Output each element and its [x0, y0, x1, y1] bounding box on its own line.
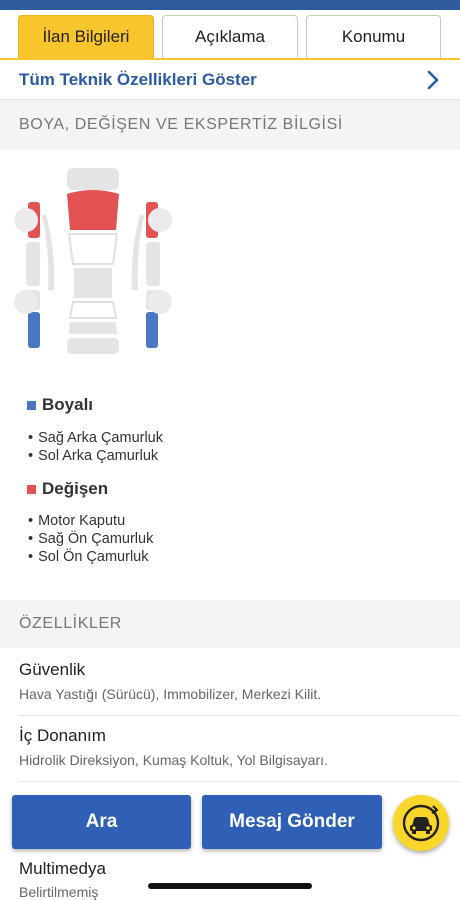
list-item: Sol Arka Çamurluk: [28, 447, 163, 465]
car-damage-diagram: [14, 168, 172, 354]
feature-safety: Güvenlik Hava Yastığı (Sürücü), Immobili…: [19, 660, 440, 702]
divider: [19, 781, 460, 782]
right-front-door-part: [146, 242, 160, 286]
tab-konumu[interactable]: Konumu: [306, 15, 441, 59]
all-tech-specs-label: Tüm Teknik Özellikleri Göster: [19, 69, 257, 89]
rear-bumper-part: [67, 338, 119, 354]
all-tech-specs-link[interactable]: Tüm Teknik Özellikleri Göster: [0, 60, 460, 100]
left-inner-panel: [42, 214, 55, 290]
feature-text: Hava Yastığı (Sürücü), Immobilizer, Merk…: [19, 686, 322, 702]
paint-section-header: BOYA, DEĞİŞEN VE EKSPERTİZ BİLGİSİ: [0, 100, 460, 150]
painted-color-square: [27, 400, 36, 410]
chevron-right-icon: [427, 70, 439, 90]
trunk-part: [69, 322, 117, 334]
feature-title: Güvenlik: [19, 660, 86, 679]
left-front-wheel: [14, 208, 38, 232]
left-rear-wheel: [14, 290, 38, 314]
changed-label: Değişen: [42, 479, 109, 498]
list-item: Sağ Arka Çamurluk: [28, 429, 163, 447]
list-item: Sol Ön Çamurluk: [28, 548, 153, 566]
changed-color-square: [27, 484, 36, 494]
front-bumper-part: [67, 168, 119, 190]
car-rotate-button[interactable]: [393, 795, 449, 851]
call-button[interactable]: Ara: [12, 795, 191, 849]
changed-parts-list: Motor Kaputu Sağ Ön Çamurluk Sol Ön Çamu…: [28, 512, 153, 566]
painted-parts-list: Sağ Arka Çamurluk Sol Arka Çamurluk: [28, 429, 163, 465]
list-item: Sağ Ön Çamurluk: [28, 530, 153, 548]
list-item: Motor Kaputu: [28, 512, 153, 530]
divider: [19, 715, 460, 716]
tab-bar: İlan Bilgileri Açıklama Konumu: [0, 10, 460, 60]
right-front-wheel: [148, 208, 172, 232]
feature-title: Multimedya: [19, 859, 106, 878]
windshield-part: [67, 233, 119, 265]
rear-window-part: [68, 301, 118, 319]
painted-legend: Boyalı: [27, 395, 93, 415]
changed-legend: Değişen: [27, 479, 108, 499]
left-front-door-part: [26, 242, 40, 286]
right-rear-fender-part: [146, 312, 158, 348]
send-message-button[interactable]: Mesaj Gönder: [202, 795, 382, 849]
painted-label: Boyalı: [42, 395, 94, 414]
right-inner-panel: [131, 214, 144, 290]
feature-interior: İç Donanım Hidrolik Direksiyon, Kumaş Ko…: [19, 726, 440, 768]
feature-text: Hidrolik Direksiyon, Kumaş Koltuk, Yol B…: [19, 752, 328, 768]
feature-multimedia: Multimedya Belirtilmemiş: [19, 859, 440, 900]
features-section-header: ÖZELLİKLER: [0, 600, 460, 648]
tab-ilan-bilgileri[interactable]: İlan Bilgileri: [18, 15, 154, 59]
right-rear-wheel: [148, 290, 172, 314]
left-rear-fender-part: [28, 312, 40, 348]
top-bar: [0, 0, 460, 10]
feature-title: İç Donanım: [19, 726, 106, 745]
home-indicator: [148, 883, 312, 889]
tab-aciklama[interactable]: Açıklama: [162, 15, 298, 59]
roof-part: [74, 268, 112, 298]
car-rotate-icon: [402, 804, 440, 842]
hood-part: [67, 190, 119, 230]
